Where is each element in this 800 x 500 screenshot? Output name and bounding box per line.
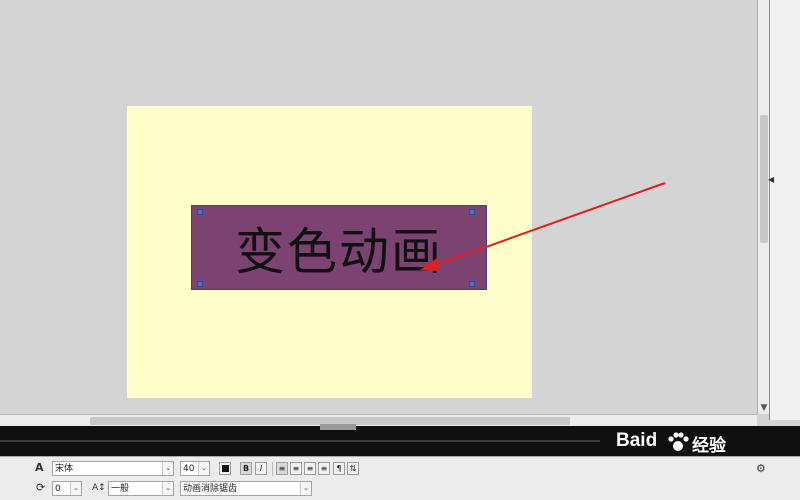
paragraph-icon[interactable]: ¶ [333,462,345,475]
text-tool-icon: A [35,461,44,474]
properties-row-spacing: ⟳ 0 ⌄ A↕ 一般 ⌄ 动画消除锯齿 ⌄ [0,479,800,499]
properties-panel: A 宋体 ⌄ 40 ⌄ B I ≡ ≡ ≡ ≡ ¶ ⇅ ⚙ ⟳ 0 ⌄ A↕ 一… [0,456,800,500]
panel-resize-grip[interactable] [320,424,356,430]
letter-spacing-value: 0 [55,484,61,494]
font-family-value: 宋体 [55,464,74,474]
char-position-value: 一般 [111,484,130,494]
font-family-select[interactable]: 宋体 ⌄ [52,461,174,476]
color-swatch-icon[interactable] [219,462,231,475]
watermark: Baid 经验 [612,427,742,456]
chevron-down-icon[interactable]: ⌄ [300,482,311,495]
collapse-arrow-icon[interactable]: ◀ [768,175,776,185]
letter-spacing-field[interactable]: 0 ⌄ [52,481,82,496]
watermark-sub: 经验 [692,436,726,456]
chevron-down-icon[interactable]: ⌄ [162,462,173,475]
char-position-select[interactable]: 一般 ⌄ [108,481,174,496]
align-left-icon[interactable]: ≡ [276,462,288,475]
chevron-down-icon[interactable]: ⌄ [70,482,81,495]
right-panel-gutter [769,0,800,420]
anti-alias-value: 动画消除锯齿 [183,484,238,494]
letter-spacing-icon: A↕ [92,483,106,493]
anti-alias-select[interactable]: 动画消除锯齿 ⌄ [180,481,312,496]
timeline-divider [0,440,600,442]
font-size-select[interactable]: 40 ⌄ [180,461,210,476]
align-right-icon[interactable]: ≡ [304,462,316,475]
paw-icon [668,432,689,451]
text-direction-icon[interactable]: ⇅ [347,462,359,475]
bold-icon[interactable]: B [240,462,252,475]
separator [272,462,273,476]
vertical-scroll-thumb[interactable] [760,115,768,243]
font-size-value: 40 [183,464,195,474]
watermark-brand: Baid [616,430,658,451]
properties-row-text: A 宋体 ⌄ 40 ⌄ B I ≡ ≡ ≡ ≡ ¶ ⇅ ⚙ [0,459,800,479]
align-center-icon[interactable]: ≡ [290,462,302,475]
rotate-icon[interactable]: ⟳ [36,479,45,497]
italic-icon[interactable]: I [255,462,267,475]
chevron-down-icon[interactable]: ⌄ [162,482,173,495]
settings-icon[interactable]: ⚙ [756,460,766,478]
justify-icon[interactable]: ≡ [318,462,330,475]
chevron-down-icon[interactable]: ⌄ [198,462,209,475]
